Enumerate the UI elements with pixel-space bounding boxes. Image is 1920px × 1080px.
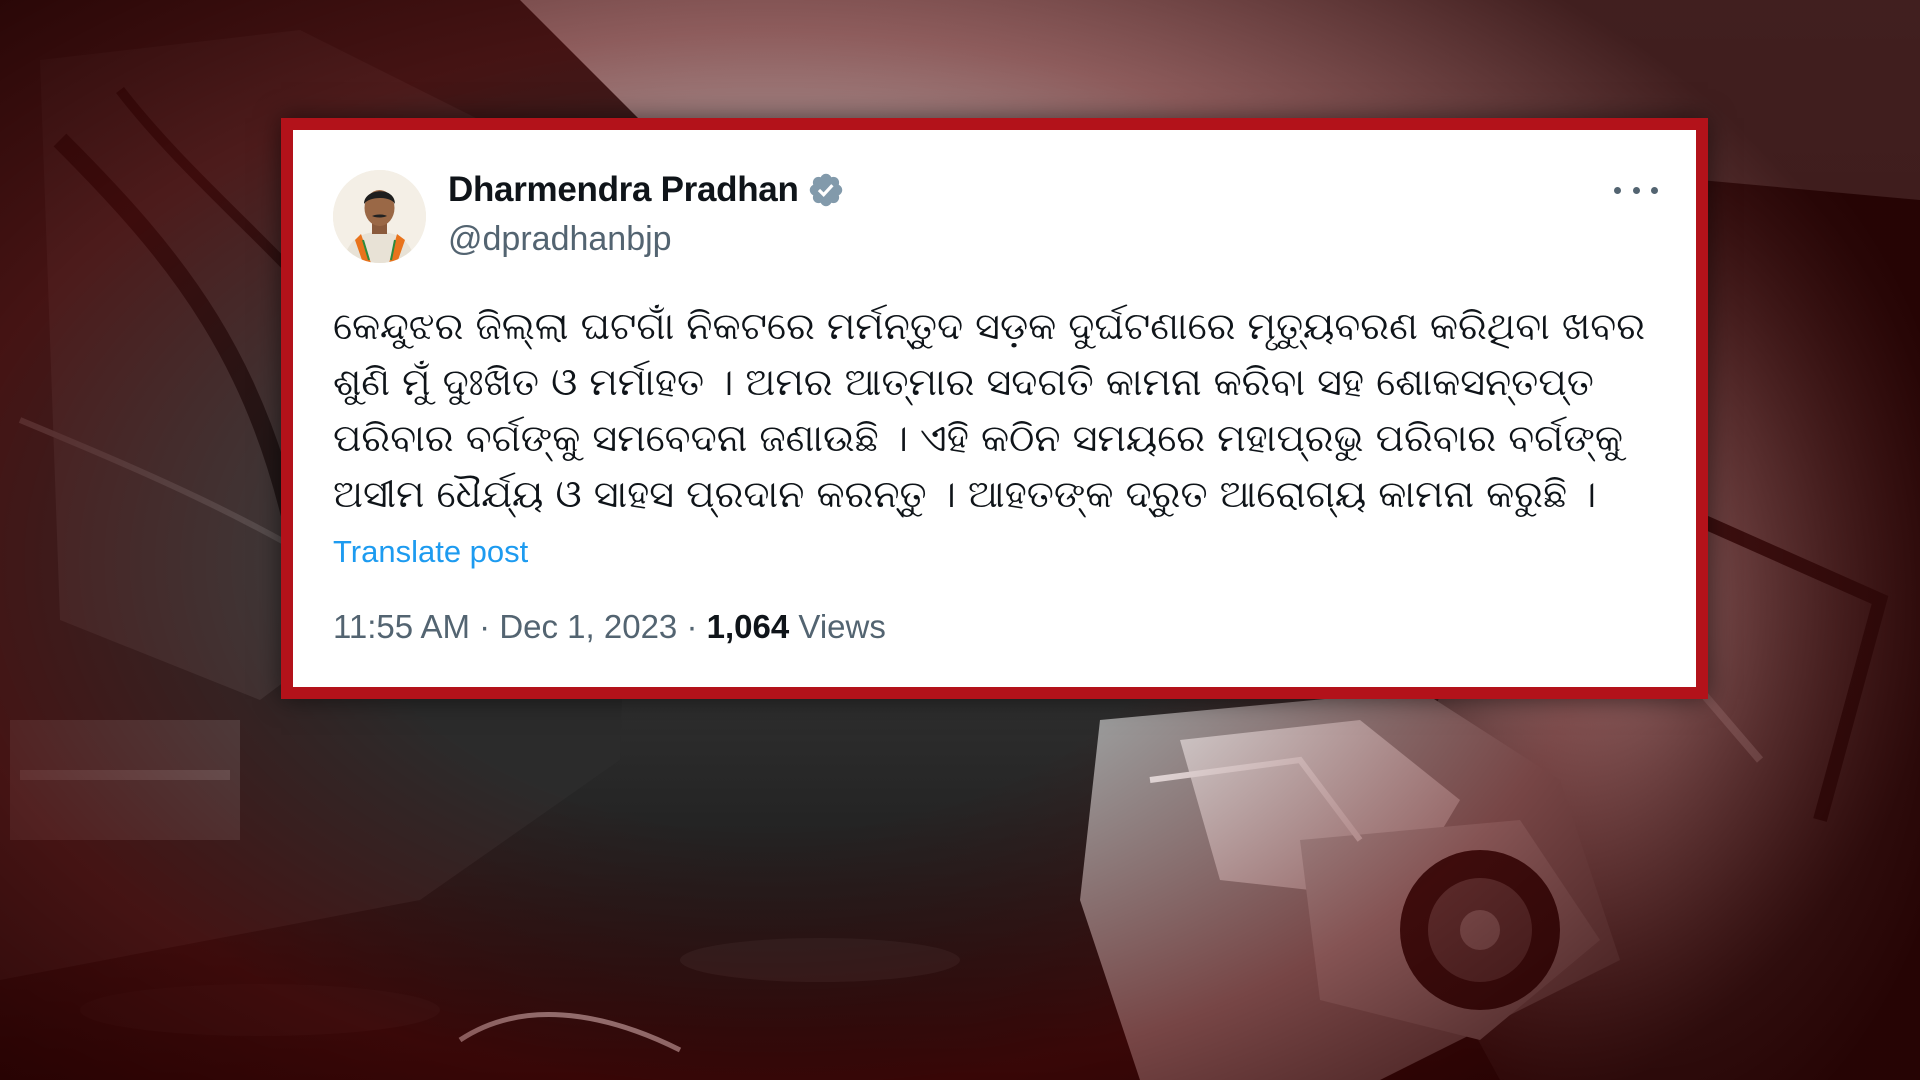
avatar[interactable]: [333, 170, 426, 263]
author-row: Dharmendra Pradhan: [448, 170, 845, 210]
post-card: Dharmendra Pradhan @dpradhanbjp କେନ୍ଦୁଝର…: [293, 130, 1696, 687]
dot: [1651, 186, 1658, 194]
meta-separator: ·: [479, 608, 491, 645]
translate-post-link[interactable]: Translate post: [333, 534, 528, 570]
more-options-icon[interactable]: [1614, 180, 1658, 200]
post-time[interactable]: 11:55 AM: [333, 608, 470, 645]
screenshot-stage: Dharmendra Pradhan @dpradhanbjp କେନ୍ଦୁଝର…: [0, 0, 1920, 1080]
views-count: 1,064: [706, 608, 790, 645]
post-date[interactable]: Dec 1, 2023: [499, 608, 677, 645]
author-name[interactable]: Dharmendra Pradhan: [448, 170, 799, 210]
post-meta: 11:55 AM · Dec 1, 2023 · 1,064 Views: [333, 608, 886, 646]
dot: [1614, 186, 1621, 194]
meta-separator: ·: [686, 608, 698, 645]
author-handle[interactable]: @dpradhanbjp: [448, 220, 672, 259]
post-card-frame: Dharmendra Pradhan @dpradhanbjp କେନ୍ଦୁଝର…: [281, 118, 1708, 699]
avatar-image: [333, 170, 426, 263]
views-label: Views: [798, 608, 886, 645]
verified-badge-icon: [809, 173, 842, 207]
post-text: କେନ୍ଦୁଝର ଜିଲ୍ଲା ଘଟଗାଁ ନିକଟରେ ମର୍ମନ୍ତୁଦ ସ…: [333, 304, 1658, 516]
dot: [1632, 186, 1640, 194]
